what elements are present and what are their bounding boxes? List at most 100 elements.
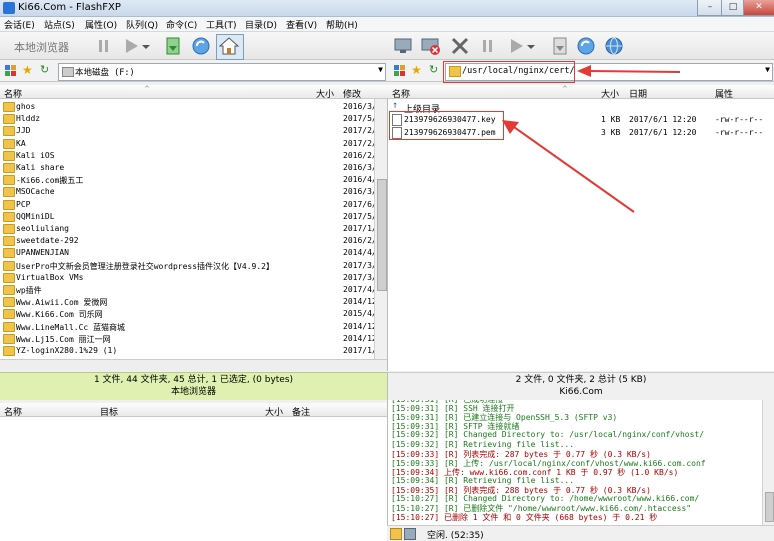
transfer-icon[interactable] <box>162 35 184 57</box>
local-file-name: -Ki66.com搬五工 <box>16 176 84 186</box>
local-file-name: UserPro中文新会员管理注册登录社交wordpress插件汉化【V4.9.2… <box>16 261 274 271</box>
refresh-icon[interactable] <box>190 35 212 57</box>
local-file-row[interactable]: sweetdate-292 2016/2/ <box>0 235 374 247</box>
maximize-button[interactable]: □ <box>721 0 745 16</box>
local-status-area: 1 文件, 44 文件夹, 45 总计, 1 已选定, (0 bytes) 本地… <box>0 372 387 400</box>
local-horizontal-scrollbar[interactable] <box>0 359 387 371</box>
local-file-row[interactable]: Www.LineMall.Cc 蓝猫商城 2014/12 <box>0 321 374 333</box>
local-file-date: 2014/12 <box>343 333 374 343</box>
local-file-row[interactable]: VirtualBox VMs 2017/3/ <box>0 272 374 284</box>
log-line: [15:09:34] [R] Retrieving file list... <box>391 475 575 485</box>
local-file-name: Www.LineMall.Cc 蓝猫商城 <box>16 322 126 332</box>
log-line: [15:10:27] [R] Changed Directory to: /ho… <box>391 494 700 504</box>
globe-icon[interactable] <box>603 35 625 57</box>
local-file-date: 2017/5/ <box>343 114 374 124</box>
menu-tools[interactable]: 工具(T) <box>206 18 237 31</box>
local-vertical-scrollbar[interactable] <box>374 99 387 359</box>
menu-properties[interactable]: 属性(O) <box>85 18 117 31</box>
local-file-row[interactable]: ghos 2016/3/ <box>0 101 374 113</box>
favorites-star-icon[interactable]: ★ <box>22 63 33 77</box>
annotation-arrow-path <box>577 65 681 77</box>
folder-icon <box>3 260 15 271</box>
local-file-list[interactable]: ghos 2016/3/Hlddz 2017/5/JJD 2017/2/KA 2017/… <box>0 99 374 359</box>
remote-play-dropdown-icon[interactable] <box>525 35 537 57</box>
menu-bar: 会话(E) 站点(S) 属性(O) 队列(Q) 命令(C) 工具(T) 目录(D… <box>0 17 774 32</box>
connect-icon[interactable] <box>392 35 414 57</box>
menu-directory[interactable]: 目录(D) <box>245 18 277 31</box>
remote-play-icon[interactable] <box>505 35 527 57</box>
go-up-icon[interactable]: ↻ <box>40 63 49 76</box>
local-file-row[interactable]: -Ki66.com搬五工 2016/4/ <box>0 174 374 186</box>
folder-icon <box>3 211 15 222</box>
local-file-row[interactable]: YZ-loginX280.1%29 (1) 2017/1/ <box>0 345 374 357</box>
abort-icon[interactable] <box>449 35 471 57</box>
folder-icon <box>3 138 15 149</box>
local-file-row[interactable]: KA 2017/2/ <box>0 138 374 150</box>
local-file-date: 2016/4/ <box>343 175 374 185</box>
local-file-row[interactable]: MSOCache 2016/3/ <box>0 186 374 198</box>
local-file-name: YZ-loginX280.1%29 (1) <box>16 346 118 355</box>
remote-sort-indicator-icon: ^ <box>562 85 568 93</box>
drive-icon <box>62 67 74 77</box>
minimize-button[interactable]: – <box>697 0 723 16</box>
local-path-combo[interactable]: 本地磁盘 (F:) ▼ <box>58 63 386 81</box>
pause-icon[interactable] <box>93 35 115 57</box>
folder-icon <box>3 102 15 112</box>
local-file-row[interactable]: JJD 2017/2/ <box>0 125 374 137</box>
close-button[interactable]: ✕ <box>743 0 774 16</box>
remote-pause-icon[interactable] <box>477 35 499 57</box>
menu-queue[interactable]: 队列(Q) <box>126 18 158 31</box>
local-file-row[interactable]: Www.Lj15.Com 丽江一网 2014/12 <box>0 333 374 345</box>
remote-favorites-star-icon[interactable]: ★ <box>411 63 422 77</box>
home-icon[interactable] <box>216 34 244 60</box>
menu-sites[interactable]: 站点(S) <box>44 18 75 31</box>
remote-file-attr: -rw-r--r-- <box>715 127 764 137</box>
folder-icon <box>3 199 15 210</box>
title-bar: Ki66.Com - FlashFXP – □ ✕ <box>0 0 774 17</box>
remote-go-up-icon[interactable]: ↻ <box>429 63 438 76</box>
log-scroll-thumb[interactable] <box>765 492 774 522</box>
local-file-date: 2017/3/ <box>343 272 374 282</box>
session-log[interactable]: [15:09:31] [R] 已成功连接[15:09:31] [R] SSH 连… <box>387 400 762 525</box>
local-file-row[interactable]: seoliuliang 2017/1/ <box>0 223 374 235</box>
site-manager-icon[interactable] <box>4 64 17 77</box>
local-file-date: 2016/3/ <box>343 187 374 197</box>
local-file-date: 2017/2/ <box>343 138 374 148</box>
local-file-row[interactable]: wp插件 2017/4/ <box>0 284 374 296</box>
remote-transfer-icon[interactable] <box>549 35 571 57</box>
local-file-row[interactable]: QQMiniDL 2017/5/ <box>0 211 374 223</box>
menu-help[interactable]: 帮助(H) <box>326 18 358 31</box>
local-file-name: ghos <box>16 102 36 111</box>
local-file-name: PCP <box>16 199 31 209</box>
local-file-name: KA <box>16 138 26 148</box>
window-title: Ki66.Com - FlashFXP <box>18 2 121 13</box>
menu-view[interactable]: 查看(V) <box>286 18 317 31</box>
folder-icon <box>3 297 15 308</box>
local-file-row[interactable]: Www.Ki66.Com 司乐网 2015/4/ <box>0 308 374 320</box>
remote-toolbar <box>387 32 774 60</box>
log-scrollbar[interactable] <box>762 400 774 525</box>
remote-path-dropdown-icon[interactable]: ▼ <box>765 65 770 74</box>
local-file-row[interactable]: Kali iOS 2016/2/ <box>0 150 374 162</box>
folder-icon <box>3 175 15 186</box>
local-file-row[interactable]: Kali share 2016/3/ <box>0 162 374 174</box>
play-icon[interactable] <box>120 35 142 57</box>
local-file-row[interactable]: UPANWENJIAN 2014/4/ <box>0 247 374 259</box>
remote-site-manager-icon[interactable] <box>393 64 406 77</box>
queue-list[interactable] <box>0 417 387 541</box>
play-dropdown-icon[interactable] <box>140 35 152 57</box>
annotation-box-files <box>389 111 504 140</box>
local-file-row[interactable]: UserPro中文新会员管理注册登录社交wordpress插件汉化【V4.9.2… <box>0 260 374 272</box>
menu-session[interactable]: 会话(E) <box>4 18 35 31</box>
menu-commands[interactable]: 命令(C) <box>166 18 197 31</box>
local-path-dropdown-icon[interactable]: ▼ <box>378 65 383 74</box>
local-scroll-thumb[interactable] <box>377 179 387 291</box>
queue-header: 名称 目标 大小 备注 <box>0 403 387 418</box>
log-line: [15:09:32] [R] Retrieving file list... <box>391 439 575 449</box>
disconnect-icon[interactable] <box>419 35 441 57</box>
local-file-row[interactable]: Www.Aiwii.Com 爱微网 2014/12 <box>0 296 374 308</box>
remote-refresh-icon[interactable] <box>575 35 597 57</box>
local-file-row[interactable]: Hlddz 2017/5/ <box>0 113 374 125</box>
local-file-row[interactable]: PCP 2017/6/ <box>0 199 374 211</box>
folder-icon <box>3 272 15 283</box>
